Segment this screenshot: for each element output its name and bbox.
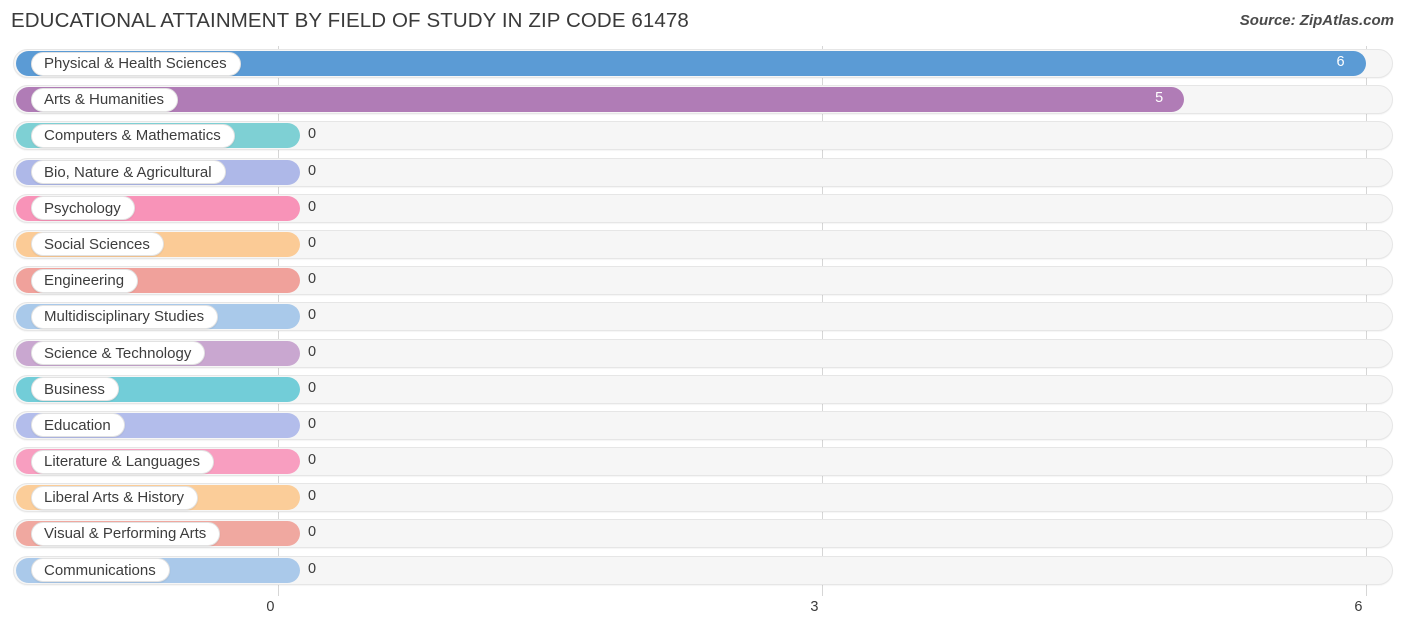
category-label: Science & Technology	[44, 344, 192, 362]
bar-row[interactable]: Education 0	[0, 408, 1406, 444]
category-label: Business	[44, 380, 105, 398]
category-label-pill[interactable]: Business	[31, 377, 119, 402]
bar-row[interactable]: Communications 0	[0, 553, 1406, 589]
bar-value-label: 0	[308, 126, 317, 143]
category-label-pill[interactable]: Computers & Mathematics	[31, 123, 235, 148]
category-label: Bio, Nature & Agricultural	[44, 163, 212, 181]
category-label-pill[interactable]: Science & Technology	[31, 341, 206, 365]
bar-value-label: 0	[308, 488, 317, 505]
bar-row[interactable]: Business 0	[0, 372, 1406, 408]
page-title: EDUCATIONAL ATTAINMENT BY FIELD OF STUDY…	[11, 9, 689, 32]
category-label: Multidisciplinary Studies	[44, 308, 205, 326]
category-label-pill[interactable]: Engineering	[31, 268, 139, 293]
chart-plot-area: Physical & Health Sciences 6 Arts & Humani…	[0, 46, 1406, 596]
bar-row[interactable]: Visual & Performing Arts 0	[0, 516, 1406, 552]
category-label-pill[interactable]: Physical & Health Sciences	[31, 51, 241, 76]
bar-rows: Physical & Health Sciences 6 Arts & Humani…	[0, 46, 1406, 589]
bar-row[interactable]: Computers & Mathematics 0	[0, 118, 1406, 154]
category-label-pill[interactable]: Psychology	[31, 196, 135, 221]
bar-row[interactable]: Literature & Languages 0	[0, 444, 1406, 480]
category-label: Literature & Languages	[44, 453, 200, 471]
bar-value-label: 0	[308, 162, 317, 179]
bar-value-label: 0	[308, 379, 317, 396]
bar-value-label: 0	[308, 452, 317, 469]
bar-row[interactable]: Bio, Nature & Agricultural 0	[0, 155, 1406, 191]
bar-row[interactable]: Psychology 0	[0, 191, 1406, 227]
category-label: Computers & Mathematics	[44, 127, 221, 145]
source-attribution: Source: ZipAtlas.com	[1239, 12, 1394, 29]
bar-value-label: 0	[308, 198, 317, 215]
chart-page: EDUCATIONAL ATTAINMENT BY FIELD OF STUDY…	[0, 0, 1406, 631]
category-label: Social Sciences	[44, 235, 150, 253]
category-label: Psychology	[44, 199, 121, 217]
category-label-pill[interactable]: Literature & Languages	[31, 449, 214, 474]
bar-value-label: 0	[308, 271, 317, 288]
category-label-pill[interactable]: Bio, Nature & Agricultural	[31, 160, 226, 185]
category-label-pill[interactable]: Visual & Performing Arts	[31, 521, 221, 546]
bar-row[interactable]: Science & Technology 0	[0, 336, 1406, 372]
x-axis: 0 3 6	[0, 596, 1406, 631]
bar-value-label: 6	[1336, 54, 1345, 70]
category-label-pill[interactable]: Social Sciences	[31, 232, 164, 257]
category-label: Engineering	[44, 272, 125, 290]
x-axis-tick: 0	[266, 599, 275, 615]
category-label-pill[interactable]: Education	[31, 413, 125, 438]
category-label: Liberal Arts & History	[44, 489, 185, 507]
bar-value-label: 0	[308, 560, 317, 577]
bar-row[interactable]: Arts & Humanities 5	[0, 82, 1406, 118]
value-bar[interactable]	[16, 87, 1185, 113]
category-label: Education	[44, 416, 111, 434]
bar-row[interactable]: Social Sciences 0	[0, 227, 1406, 263]
bar-row[interactable]: Physical & Health Sciences 6	[0, 46, 1406, 82]
category-label-pill[interactable]: Multidisciplinary Studies	[31, 304, 219, 329]
category-label: Physical & Health Sciences	[44, 55, 227, 72]
bar-value-label: 0	[308, 307, 317, 324]
bar-row[interactable]: Engineering 0	[0, 263, 1406, 299]
category-label: Communications	[44, 561, 156, 579]
bar-value-label: 5	[1155, 90, 1164, 107]
bar-value-label: 0	[308, 415, 317, 432]
category-label-pill[interactable]: Liberal Arts & History	[31, 485, 199, 510]
bar-row[interactable]: Multidisciplinary Studies 0	[0, 299, 1406, 335]
bar-value-label: 0	[308, 234, 317, 251]
category-label: Visual & Performing Arts	[44, 525, 207, 543]
chart-header: EDUCATIONAL ATTAINMENT BY FIELD OF STUDY…	[0, 0, 1406, 46]
x-axis-tick: 6	[1354, 599, 1363, 615]
category-label-pill[interactable]: Arts & Humanities	[31, 87, 179, 112]
x-axis-tick: 3	[810, 599, 819, 615]
bar-value-label: 0	[308, 343, 317, 360]
category-label-pill[interactable]: Communications	[31, 558, 170, 583]
category-label: Arts & Humanities	[44, 91, 165, 109]
bar-value-label: 0	[308, 524, 317, 541]
bar-row[interactable]: Liberal Arts & History 0	[0, 480, 1406, 516]
